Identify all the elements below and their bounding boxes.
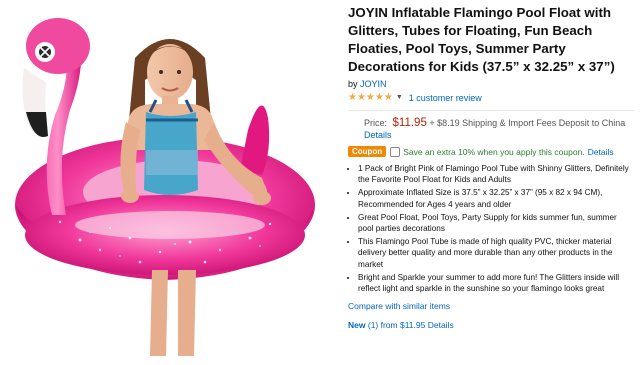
- brand-link[interactable]: JOYIN: [360, 79, 387, 89]
- shipping-details-link[interactable]: Details: [364, 130, 392, 140]
- product-image[interactable]: [0, 0, 336, 360]
- feature-bullets: 1 Pack of Bright Pink of Flamingo Pool T…: [348, 163, 634, 294]
- flamingo-float-illustration: [15, 18, 315, 356]
- star-rating-icon[interactable]: ★★★★★: [348, 92, 393, 103]
- coupon-details-link[interactable]: Details: [588, 147, 614, 157]
- shipping-text: + $8.19 Shipping & Import Fees Deposit t…: [429, 118, 626, 128]
- feature-bullet: 1 Pack of Bright Pink of Flamingo Pool T…: [358, 163, 634, 185]
- chevron-down-icon[interactable]: ▼: [396, 94, 403, 101]
- coupon-checkbox[interactable]: [390, 146, 401, 157]
- new-offers-row: New (1) from $11.95 Details: [348, 320, 634, 330]
- customer-review-link[interactable]: 1 customer review: [409, 93, 482, 103]
- new-offers-label[interactable]: New: [348, 320, 365, 330]
- feature-bullet: This Flamingo Pool Tube is made of high …: [358, 236, 634, 270]
- feature-bullet: Great Pool Float, Pool Toys, Party Suppl…: [358, 212, 634, 234]
- byline: by JOYIN: [348, 79, 634, 89]
- product-detail-pane: JOYIN Inflatable Flamingo Pool Float wit…: [348, 4, 634, 330]
- coupon-badge: Coupon: [348, 146, 387, 157]
- divider: [348, 110, 634, 111]
- rating-row: ★★★★★ ▼ 1 customer review: [348, 92, 634, 103]
- feature-bullet: Approximate Inflated Size is 37.5” x 32.…: [358, 187, 634, 209]
- compare-similar-link[interactable]: Compare with similar items: [348, 301, 634, 311]
- coupon-row: Coupon Save an extra 10% when you apply …: [348, 146, 634, 157]
- by-label: by: [348, 79, 358, 89]
- coupon-text[interactable]: Save an extra 10% when you apply this co…: [403, 147, 584, 157]
- product-title: JOYIN Inflatable Flamingo Pool Float wit…: [348, 5, 615, 74]
- price-label: Price:: [364, 118, 388, 128]
- new-offers-link[interactable]: (1) from $11.95: [368, 320, 425, 330]
- feature-bullet: Bright and Sparkle your summer to add mo…: [358, 272, 634, 294]
- new-offers-details-link[interactable]: Details: [428, 320, 454, 330]
- price-block: Price: $11.95 + $8.19 Shipping & Import …: [348, 117, 634, 141]
- price-value: $11.95: [392, 117, 427, 129]
